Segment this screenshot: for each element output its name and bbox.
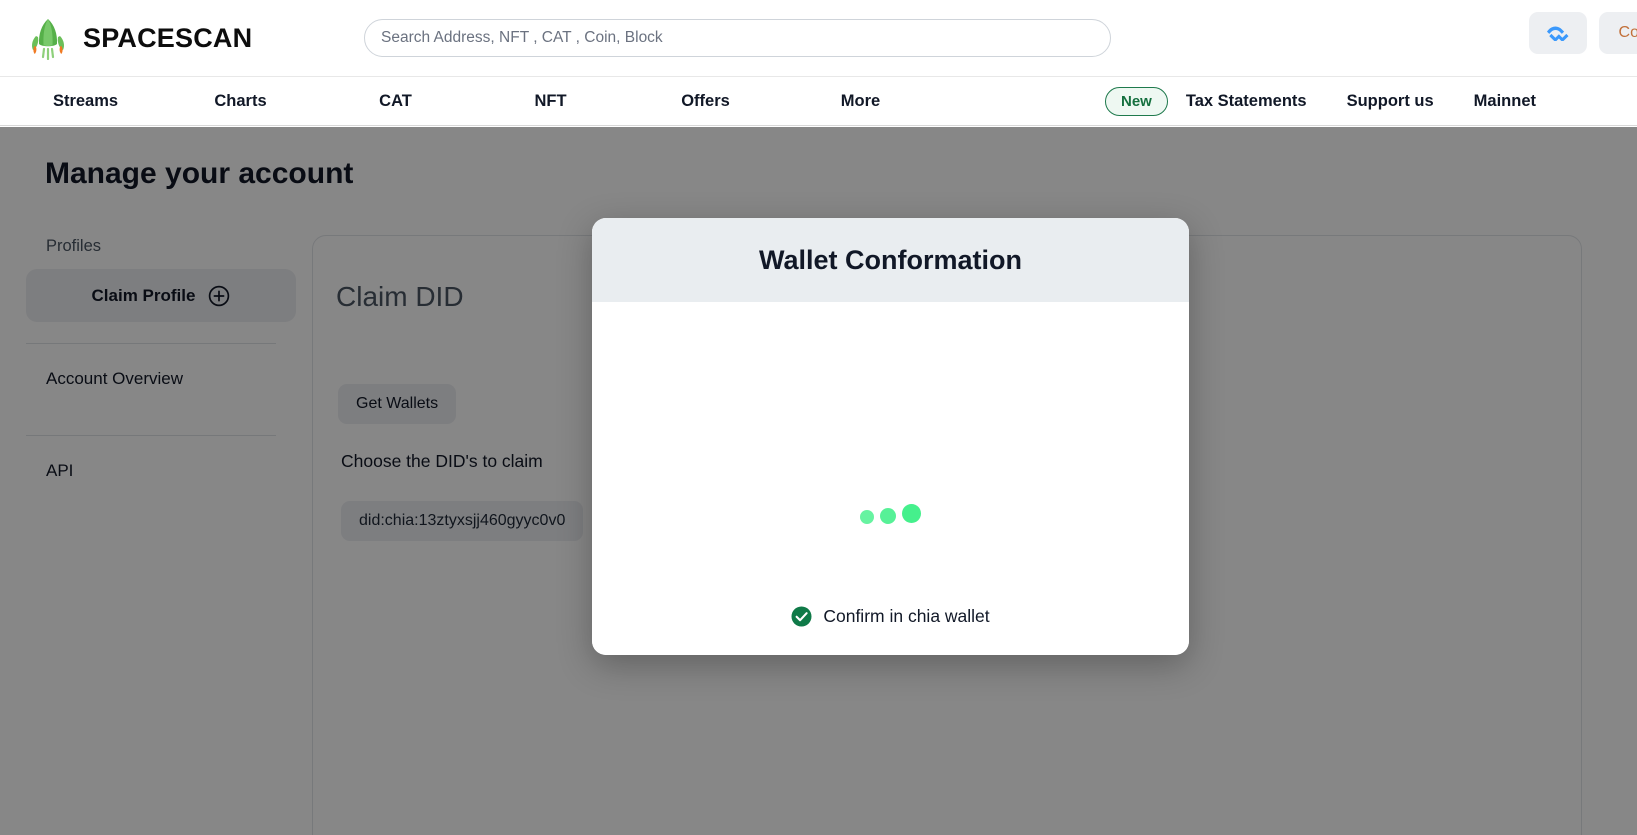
- search-input[interactable]: [364, 19, 1111, 57]
- nav-item-tax-statements[interactable]: Tax Statements: [1186, 92, 1307, 111]
- nav-item-nft[interactable]: NFT: [473, 92, 628, 111]
- nav-item-streams[interactable]: Streams: [8, 92, 163, 111]
- nav-item-charts[interactable]: Charts: [163, 92, 318, 111]
- confirm-status-row: Confirm in chia wallet: [592, 606, 1189, 627]
- nav-primary-group: Streams Charts CAT NFT Offers More: [0, 92, 938, 111]
- brand-logo-link[interactable]: SPACESCAN: [26, 16, 346, 61]
- modal-title: Wallet Conformation: [759, 244, 1022, 275]
- new-badge[interactable]: New: [1105, 86, 1168, 116]
- nav-secondary-group: New Tax Statements Support us Mainnet: [1105, 86, 1576, 116]
- nav-item-mainnet[interactable]: Mainnet: [1474, 92, 1536, 111]
- check-circle-icon: [791, 606, 812, 627]
- nav-item-cat[interactable]: CAT: [318, 92, 473, 111]
- main-navigation: Streams Charts CAT NFT Offers More New T…: [0, 76, 1637, 126]
- connect-wallet-button[interactable]: Co: [1598, 12, 1637, 54]
- modal-header: Wallet Conformation: [592, 218, 1189, 302]
- header-actions: Co: [1528, 12, 1637, 54]
- walletconnect-icon: [1544, 23, 1572, 44]
- brand-name: SPACESCAN: [83, 22, 253, 53]
- site-header: SPACESCAN Co: [0, 0, 1637, 76]
- nav-item-support-us[interactable]: Support us: [1347, 92, 1434, 111]
- nav-item-more[interactable]: More: [783, 92, 938, 111]
- loading-dot-1: [860, 510, 874, 524]
- modal-body: Confirm in chia wallet: [592, 302, 1189, 655]
- nav-item-offers[interactable]: Offers: [628, 92, 783, 111]
- loading-dot-3: [902, 504, 921, 523]
- loading-dot-2: [880, 507, 896, 524]
- wallet-confirmation-modal: Wallet Conformation Confirm in chia wall…: [592, 218, 1189, 655]
- search-container: [364, 19, 1111, 57]
- loading-dots-icon: [592, 504, 1189, 530]
- confirm-status-text: Confirm in chia wallet: [823, 606, 990, 626]
- rocket-logo-icon: [26, 16, 70, 61]
- walletconnect-button[interactable]: [1528, 12, 1587, 54]
